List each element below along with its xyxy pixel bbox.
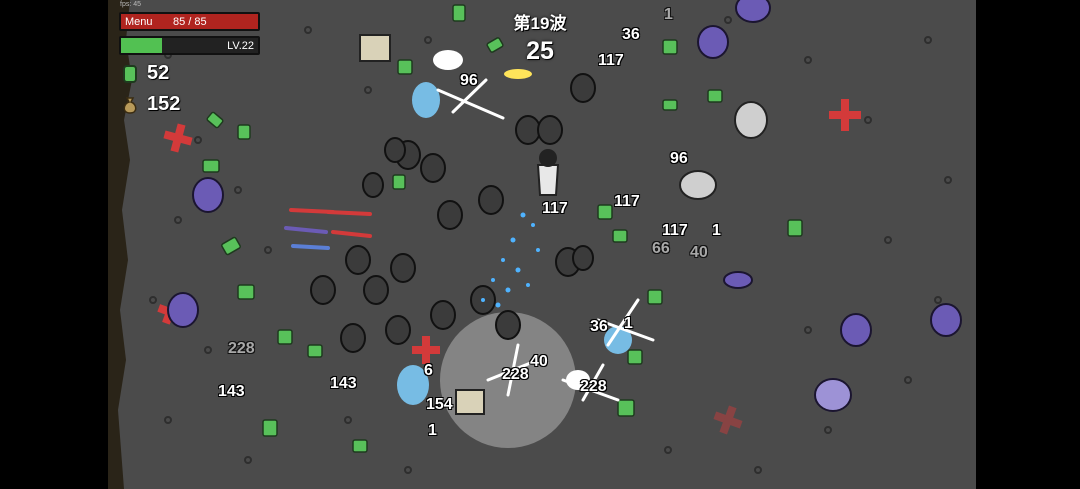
damage-number: 1 — [624, 315, 633, 332]
damage-number: 228 — [228, 340, 255, 357]
damage-number: 228 — [580, 378, 607, 395]
menu-label[interactable]: Menu — [125, 16, 153, 28]
damage-number: 117 — [598, 52, 624, 69]
gem-count: 52 — [147, 62, 170, 84]
damage-number: 143 — [218, 383, 245, 400]
material-counter: 152 — [121, 93, 180, 116]
damage-number: 36 — [590, 318, 608, 335]
yellow-bolt — [504, 69, 532, 79]
damage-number: 96 — [670, 150, 688, 167]
material-count: 152 — [147, 93, 181, 115]
fps-counter: fps: 45 — [120, 1, 142, 8]
player-character — [536, 149, 560, 196]
letterbox-right — [975, 0, 1080, 489]
wave-timer: 25 — [526, 37, 554, 65]
health-bar[interactable]: Menu 85 / 85 — [119, 12, 260, 31]
damage-number: 40 — [690, 244, 708, 261]
damage-number: 66 — [652, 240, 670, 257]
damage-number: 6 — [424, 362, 433, 379]
letterbox-left — [0, 0, 110, 489]
money-bag-icon — [123, 96, 137, 114]
experience-bar: LV.22 — [119, 36, 260, 55]
health-text: 85 / 85 — [173, 16, 207, 28]
damage-number: 40 — [530, 353, 548, 370]
game-screen: fps: 45 Menu 85 / 85 LV.22 52 152 第19波 2… — [0, 0, 1080, 489]
battle-arena[interactable] — [108, 0, 976, 489]
gem-icon — [123, 64, 137, 83]
damage-number: 1 — [712, 222, 721, 239]
damage-number: 1 — [428, 422, 437, 439]
arena-layer — [108, 0, 962, 489]
damage-number: 1 — [664, 6, 673, 23]
damage-number: 117 — [542, 200, 568, 217]
damage-number: 36 — [622, 26, 640, 43]
wave-title: 第19波 — [513, 14, 567, 33]
grey-ghosts — [679, 101, 768, 200]
gem-counter: 52 — [121, 62, 169, 85]
damage-number: 143 — [330, 375, 357, 392]
wave-info: 第19波 25 — [500, 9, 580, 66]
damage-number: 228 — [502, 366, 529, 383]
damage-number: 117 — [614, 193, 640, 210]
damage-number: 154 — [426, 396, 453, 413]
experience-fill — [121, 38, 163, 53]
wrench-weapons — [284, 208, 372, 250]
damage-number: 96 — [460, 72, 478, 89]
damage-number: 117 — [662, 222, 688, 239]
level-text: LV.22 — [227, 40, 254, 52]
